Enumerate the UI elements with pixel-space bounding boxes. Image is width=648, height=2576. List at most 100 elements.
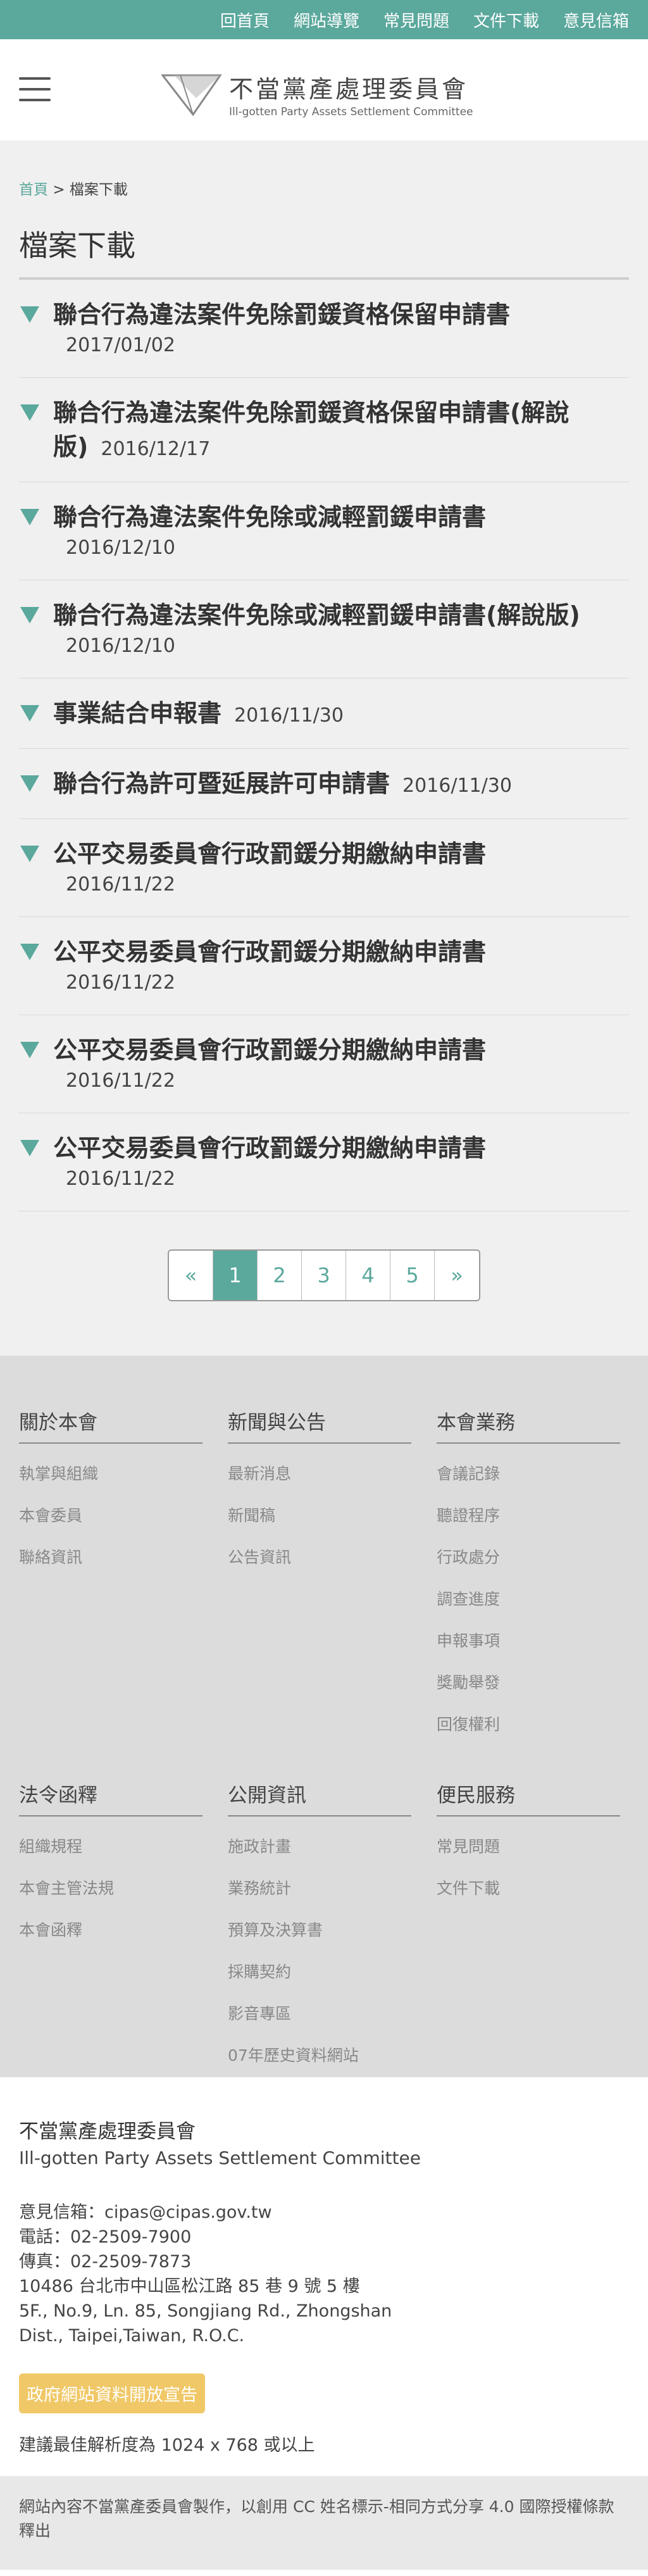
footer-link[interactable]: 文件下載 [437,1876,620,1899]
document-date: 2016/12/17 [101,438,211,460]
footer-link[interactable]: 新聞稿 [228,1503,411,1526]
triangle-down-icon [20,775,39,792]
footer-column-title: 本會業務 [437,1406,620,1444]
document-name[interactable]: 公平交易委員會行政罰鍰分期繳納申請書 [53,1036,486,1064]
footer-row-2: 法令函釋 組織規程 本會主管法規 本會函釋 公開資訊 施政計畫 業務統計 預算及決算書 採購契約… [19,1779,629,2085]
license-text: 網站內容不當黨產委員會製作，以創用 CC 姓名標示-相同方式分享 4.0 國際授… [0,2476,648,2570]
page-title: 檔案下載 [19,223,629,280]
document-item[interactable]: 聯合行為違法案件免除罰鍰資格保留申請書(解說版) 2016/12/17 [19,378,629,482]
footer-link[interactable]: 本會主管法規 [19,1876,202,1899]
open-data-button[interactable]: 政府網站資料開放宣告 [19,2373,205,2413]
menu-icon[interactable] [19,77,51,101]
top-nav-home[interactable]: 回首頁 [220,8,270,32]
document-date: 2017/01/02 [66,334,175,356]
footer-column-title: 公開資訊 [228,1779,411,1816]
footer-column: 新聞與公告最新消息新聞稿公告資訊 [228,1406,411,1754]
top-nav-sitemap[interactable]: 網站導覽 [294,8,359,32]
footer-link[interactable]: 聯絡資訊 [19,1545,202,1568]
site-logo[interactable]: 不當黨產處理委員會 Ill-gotten Party Assets Settle… [161,70,473,118]
footer-link[interactable]: 本會委員 [19,1503,202,1526]
document-item[interactable]: 公平交易委員會行政罰鍰分期繳納申請書 2016/11/22 [19,819,629,917]
footer-org-name-en: Ill-gotten Party Assets Settlement Commi… [19,2148,421,2168]
pagination-page-3[interactable]: 3 [302,1251,346,1300]
document-name[interactable]: 公平交易委員會行政罰鍰分期繳納申請書 [53,840,486,868]
footer-link[interactable]: 最新消息 [228,1461,411,1484]
document-item[interactable]: 聯合行為違法案件免除罰鍰資格保留申請書 2017/01/02 [19,280,629,378]
footer-column: 便民服務常見問題文件下載 [437,1779,620,2085]
document-date: 2016/11/22 [66,873,175,896]
footer-email[interactable]: 意見信箱：cipas@cipas.gov.tw [19,2200,629,2225]
footer-link[interactable]: 業務統計 [228,1876,411,1899]
pagination-next-button[interactable]: » [435,1251,479,1300]
document-list: 聯合行為違法案件免除罰鍰資格保留申請書 2017/01/02 聯合行為違法案件免除罰… [19,280,629,1211]
footer-link[interactable]: 本會函釋 [19,1918,202,1941]
resolution-note: 建議最佳解析度為 1024 x 768 或以上 [19,2435,315,2455]
document-date: 2016/11/30 [402,775,512,797]
document-name[interactable]: 聯合行為違法案件免除罰鍰資格保留申請書 [53,301,510,328]
document-item[interactable]: 公平交易委員會行政罰鍰分期繳納申請書 2016/11/22 [19,917,629,1015]
footer-link[interactable]: 採購契約 [228,1960,411,1982]
footer-column: 法令函釋組織規程本會主管法規 本會函釋 [19,1779,202,2085]
top-nav-faq[interactable]: 常見問題 [383,8,449,32]
footer-column-title: 便民服務 [437,1779,620,1816]
document-item[interactable]: 事業結合申報書 2016/11/30 [19,678,629,749]
footer-link[interactable]: 組織規程 [19,1834,202,1857]
footer-link[interactable]: 會議記錄 [437,1461,620,1484]
pagination-page-5[interactable]: 5 [390,1251,435,1300]
footer-link[interactable]: 公告資訊 [228,1545,411,1568]
footer-address-en-2: Dist., Taipei,Taiwan, R.O.C. [19,2326,245,2346]
document-item[interactable]: 聯合行為違法案件免除或減輕罰鍰申請書 2016/12/10 [19,482,629,580]
footer-link[interactable]: 07年歷史資料網站 [228,2043,411,2066]
document-item[interactable]: 公平交易委員會行政罰鍰分期繳納申請書 2016/11/22 [19,1015,629,1113]
footer-row-1: 關於本會 執掌與組織 本會委員 聯絡資訊 新聞與公告 最新消息 新聞稿 公告資訊 本會業務 會議記… [19,1406,629,1754]
triangle-down-icon [20,846,39,862]
footer-link[interactable]: 常見問題 [437,1834,620,1857]
document-date: 2016/12/10 [66,635,175,657]
footer-contact: 意見信箱：cipas@cipas.gov.tw 電話：02-2509-7900 … [19,2200,629,2348]
footer-link[interactable]: 施政計畫 [228,1834,411,1857]
triangle-down-icon [20,1140,39,1156]
document-name[interactable]: 聯合行為許可暨延展許可申請書 [53,770,390,797]
document-name[interactable]: 公平交易委員會行政罰鍰分期繳納申請書 [53,938,486,966]
pagination: «1 2 3 4 5» [19,1249,629,1301]
pagination-page-1[interactable]: 1 [213,1251,258,1300]
document-item[interactable]: 公平交易委員會行政罰鍰分期繳納申請書 2016/11/22 [19,1113,629,1211]
document-date: 2016/12/10 [66,537,175,559]
footer-link[interactable]: 獎勵舉發 [437,1670,620,1693]
breadcrumb: 首頁 > 檔案下載 [19,177,629,199]
document-name[interactable]: 聯合行為違法案件免除或減輕罰鍰申請書(解說版) [53,601,580,629]
document-date: 2016/11/30 [234,704,344,727]
breadcrumb-home[interactable]: 首頁 [19,182,48,198]
footer-phone: 電話：02-2509-7900 [19,2227,192,2247]
footer-column-title: 法令函釋 [19,1779,202,1816]
footer-column-title: 新聞與公告 [228,1406,411,1444]
footer-links: 關於本會 執掌與組織 本會委員 聯絡資訊 新聞與公告 最新消息 新聞稿 公告資訊 本會業務 會議記… [0,1356,648,2077]
footer-link[interactable]: 影音專區 [228,2001,411,2024]
footer-column: 本會業務會議記錄聽證程序行政處分調查進度申報事項獎勵舉發回復權利 [437,1406,620,1754]
footer-link[interactable]: 執掌與組織 [19,1461,202,1484]
top-nav-feedback[interactable]: 意見信箱 [563,8,629,32]
breadcrumb-current: 檔案下載 [69,182,128,198]
footer-link[interactable]: 預算及決算書 [228,1918,411,1941]
document-item[interactable]: 聯合行為許可暨延展許可申請書 2016/11/30 [19,749,629,819]
document-name[interactable]: 公平交易委員會行政罰鍰分期繳納申請書 [53,1134,486,1162]
logo-mark-icon [161,74,221,116]
footer-link[interactable]: 聽證程序 [437,1503,620,1526]
triangle-down-icon [20,509,39,525]
footer-link[interactable]: 行政處分 [437,1545,620,1568]
document-name[interactable]: 事業結合申報書 [53,699,221,727]
triangle-down-icon [20,306,39,323]
document-item[interactable]: 聯合行為違法案件免除或減輕罰鍰申請書(解說版) 2016/12/10 [19,580,629,678]
main-content: 首頁 > 檔案下載 檔案下載 聯合行為違法案件免除罰鍰資格保留申請書 2017/0… [0,141,648,1356]
footer-link[interactable]: 回復權利 [437,1712,620,1735]
footer-link[interactable]: 申報事項 [437,1629,620,1651]
top-nav-downloads[interactable]: 文件下載 [473,8,539,32]
pagination-page-2[interactable]: 2 [258,1251,302,1300]
document-name[interactable]: 聯合行為違法案件免除或減輕罰鍰申請書 [53,503,486,531]
footer-link[interactable]: 調查進度 [437,1587,620,1610]
footer-address-zh: 10486 台北市中山區松江路 85 巷 9 號 5 樓 [19,2277,360,2296]
triangle-down-icon [20,944,39,960]
pagination-prev-button[interactable]: « [169,1251,213,1300]
pagination-page-4[interactable]: 4 [346,1251,390,1300]
triangle-down-icon [20,705,39,722]
